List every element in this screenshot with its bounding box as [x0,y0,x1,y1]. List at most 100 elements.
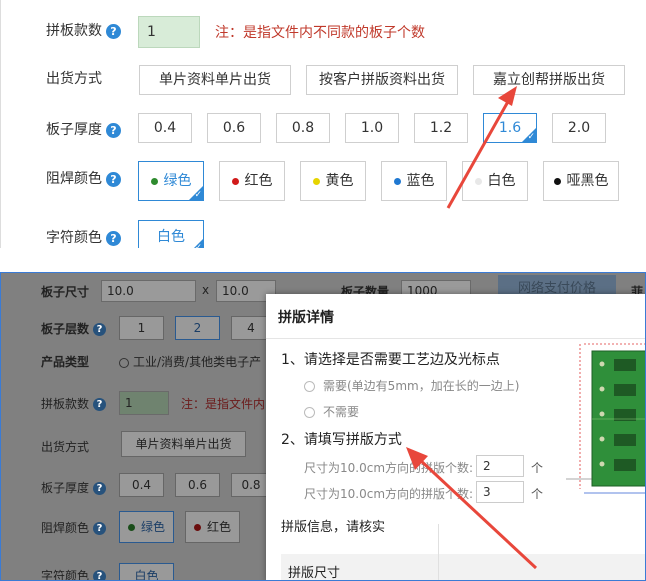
board-width-input[interactable]: 10.0 [101,280,196,302]
thickness-option[interactable]: 0.8 [276,113,330,143]
step2-heading: 2、请填写拼版方式 [281,432,402,448]
thickness-label-text: 板子厚度 [41,481,90,495]
mask-option-label: 黄色 [325,173,354,189]
panel-x-count-unit: 个 [531,461,544,475]
mask-option-blue[interactable]: 蓝色 [381,161,447,201]
help-icon[interactable]: ? [93,522,107,535]
panel-y-count-unit: 个 [531,487,544,501]
mask-option-label: 绿色 [163,173,192,189]
product-type-option[interactable]: 工业/消费/其他类电子产 [119,353,261,370]
green-dot-icon [127,524,135,531]
mask-option-matte-black[interactable]: 哑黑色 [543,161,619,201]
mask-option-label: 哑黑色 [566,173,609,189]
radio-icon [304,407,315,418]
silk-color-label: 字符颜色? [41,567,107,581]
panel-info-text: 拼版信息，请核实 [281,520,386,535]
step1-heading: 1、请选择是否需要工艺边及光标点 [281,352,500,368]
thickness-option-selected[interactable]: 1.6 ✓ [483,113,537,143]
panel-y-count-input[interactable]: 3 [476,481,524,503]
shipping-option-jlc-panel[interactable]: 嘉立创帮拼版出货 [473,65,625,95]
board-size-label: 板子尺寸 [41,285,90,299]
help-icon[interactable]: ? [93,398,107,411]
layers-label: 板子层数? [41,320,107,337]
shipping-option-single[interactable]: 单片资料单片出货 [121,431,246,457]
panel-details-modal: 拼版详情 1、请选择是否需要工艺边及光标点 需要(单边有5mm，加在长的一边上)… [266,294,645,581]
silk-color-label-text: 字符颜色 [41,569,90,581]
panel-size-label: 拼版尺寸 [288,566,341,581]
silk-option-label: 白色 [157,229,185,245]
check-icon: ✓ [194,190,202,200]
help-icon[interactable]: ? [93,482,107,495]
thickness-label: 板子厚度? [46,119,121,139]
layer-option[interactable]: 1 [119,316,164,340]
layers-label-text: 板子层数 [41,322,90,336]
silk-color-label-text: 字符颜色 [46,230,102,246]
panel-x-count-input[interactable]: 2 [476,455,524,477]
red-dot-icon [193,524,201,531]
shipping-option-single[interactable]: 单片资料单片出货 [139,65,291,95]
panel-y-count-label: 尺寸为10.0cm方向的拼版个数: [304,487,474,501]
mask-option-green[interactable]: 绿色 [119,511,174,543]
panel-count-label: 拼板款数? [46,20,121,40]
radio-icon [119,357,129,368]
thickness-option[interactable]: 0.4 [138,113,192,143]
red-dot-icon [231,177,239,185]
thickness-option[interactable]: 1.2 [414,113,468,143]
help-icon[interactable]: ? [106,230,121,246]
radio-needs-edge[interactable]: 需要(单边有5mm，加在长的一边上) [304,377,519,394]
modal-title: 拼版详情 [278,310,334,326]
mask-color-label: 阻焊颜色? [41,519,107,536]
mask-option-white[interactable]: 白色 [462,161,528,201]
panel-diagram-image [566,339,645,499]
check-icon: ✓ [527,132,535,142]
shipping-label: 出货方式 [41,440,90,454]
thickness-option-label: 1.6 [498,120,522,136]
help-icon[interactable]: ? [93,323,107,336]
size-separator: x [202,283,210,297]
radio-label: 不需要 [323,405,360,419]
mask-option-yellow[interactable]: 黄色 [300,161,366,201]
panel-x-count-label: 尺寸为10.0cm方向的拼版个数: [304,461,474,475]
radio-label: 需要(单边有5mm，加在长的一边上) [323,379,520,393]
product-type-text: 工业/消费/其他类电子产 [133,355,262,369]
blue-dot-icon [393,177,401,185]
thickness-option[interactable]: 0.6 [207,113,261,143]
order-form-dimmed: 板子尺寸 10.0 x 10.0 板子数量 1000 网络支付价格 菲 板子层数… [0,272,646,581]
mask-option-green[interactable]: 绿色 ✓ [138,161,204,201]
mask-option-label: 蓝色 [406,173,435,189]
help-icon[interactable]: ? [106,23,121,39]
help-icon[interactable]: ? [106,122,121,138]
silk-option-white[interactable]: 白色 ✓ [138,220,204,248]
panel-count-input[interactable]: 1 [119,391,169,415]
panel-count-note: 注：是指文件内不同款的板子个数 [215,25,425,41]
thickness-option[interactable]: 0.4 [119,473,164,497]
thickness-option[interactable]: 0.6 [175,473,220,497]
white-dot-icon [474,177,482,185]
help-icon[interactable]: ? [106,171,121,187]
thickness-option[interactable]: 1.0 [345,113,399,143]
mask-color-label-text: 阻焊颜色 [41,521,90,535]
black-dot-icon [553,177,561,185]
panel-count-input[interactable]: 1 [138,16,200,48]
mask-option-red[interactable]: 红色 [219,161,285,201]
panel-count-label-text: 拼板款数 [46,23,102,39]
mask-option-red[interactable]: 红色 [185,511,240,543]
mask-color-label-text: 阻焊颜色 [46,171,102,187]
shipping-label: 出货方式 [46,71,102,87]
radio-no-edge[interactable]: 不需要 [304,403,359,420]
product-type-label: 产品类型 [41,355,90,369]
layer-option-selected[interactable]: 2 [175,316,220,340]
shipping-option-customer-panel[interactable]: 按客户拼版资料出货 [306,65,458,95]
thickness-label-text: 板子厚度 [46,122,102,138]
silk-option-white[interactable]: 白色 [119,563,174,580]
layer-option[interactable]: 4 [231,316,271,340]
thickness-option[interactable]: 0.8 [231,473,271,497]
modal-divider [438,524,439,580]
thickness-label: 板子厚度? [41,479,107,496]
thickness-option[interactable]: 2.0 [552,113,606,143]
image-separator [0,248,646,272]
yellow-dot-icon [312,177,320,185]
green-dot-icon [150,177,158,185]
panel-count-note: 注：是指文件内 [181,397,266,411]
help-icon[interactable]: ? [93,570,107,580]
